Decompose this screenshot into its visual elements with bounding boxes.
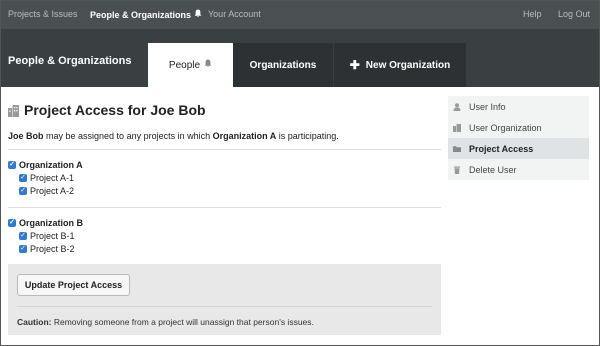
project-label: Project B-1 xyxy=(30,230,75,241)
checkbox-checked-icon[interactable]: ✓ xyxy=(19,173,27,182)
caution-text: Removing someone from a project will una… xyxy=(51,317,314,327)
sidebar-item-label: Project Access xyxy=(469,143,534,154)
org-checkbox-row[interactable]: ✓ Organization B xyxy=(8,216,83,229)
action-panel: Update Project Access Caution: Removing … xyxy=(8,264,441,335)
desc-org: Organization A xyxy=(212,131,277,141)
tab-organizations-label: Organizations xyxy=(249,59,317,71)
checkbox-checked-icon[interactable]: ✓ xyxy=(8,218,16,227)
app-window: Projects & Issues People & Organizations… xyxy=(0,0,600,346)
sidebar: User Info User Organization Project Acce… xyxy=(448,96,589,180)
caution-note: Caution: Removing someone from a project… xyxy=(17,317,314,327)
org-label: Organization A xyxy=(19,159,83,170)
org-group: ✓ Organization A ✓ Project A-1 ✓ Project… xyxy=(8,158,83,197)
tab-new-organization[interactable]: ✚ New Organization xyxy=(334,43,466,87)
building-icon xyxy=(8,104,19,117)
desc-end: is participating. xyxy=(276,131,339,141)
nav-projects-issues[interactable]: Projects & Issues xyxy=(8,9,78,19)
update-project-access-button[interactable]: Update Project Access xyxy=(17,274,130,296)
plus-icon: ✚ xyxy=(349,58,360,72)
page-title: Project Access for Joe Bob xyxy=(8,102,206,118)
sidebar-item-user-info[interactable]: User Info xyxy=(448,96,589,117)
folder-icon xyxy=(453,145,461,153)
desc-middle: may be assigned to any projects in which xyxy=(43,131,213,141)
nav-your-account[interactable]: Your Account xyxy=(208,9,261,19)
bell-icon xyxy=(194,9,202,20)
nav-log-out[interactable]: Log Out xyxy=(558,9,590,19)
section-title: People & Organizations xyxy=(8,55,132,67)
checkbox-checked-icon[interactable]: ✓ xyxy=(19,186,27,195)
checkbox-checked-icon[interactable]: ✓ xyxy=(19,244,27,253)
desc-person: Joe Bob xyxy=(8,131,44,141)
tab-new-organization-label: New Organization xyxy=(365,59,451,71)
project-checkbox-row[interactable]: ✓ Project B-2 xyxy=(8,242,83,255)
caution-label: Caution: xyxy=(17,317,52,327)
sidebar-item-user-organization[interactable]: User Organization xyxy=(448,117,589,138)
sidebar-item-label: User Organization xyxy=(469,122,542,133)
trash-icon xyxy=(453,166,461,174)
project-checkbox-row[interactable]: ✓ Project B-1 xyxy=(8,229,83,242)
tab-organizations[interactable]: Organizations xyxy=(233,43,333,87)
org-label: Organization B xyxy=(19,217,84,228)
sidebar-item-label: User Info xyxy=(469,101,506,112)
divider xyxy=(17,306,432,307)
sidebar-item-label: Delete User xyxy=(469,164,517,175)
sidebar-item-project-access[interactable]: Project Access xyxy=(448,138,589,159)
checkbox-checked-icon[interactable]: ✓ xyxy=(8,160,16,169)
project-label: Project A-1 xyxy=(30,172,75,183)
project-checkbox-row[interactable]: ✓ Project A-2 xyxy=(8,184,83,197)
page-header: People & Organizations People Organizati… xyxy=(1,29,599,87)
description: Joe Bob may be assigned to any projects … xyxy=(8,131,339,141)
building-icon xyxy=(453,123,461,132)
bell-icon xyxy=(204,59,212,71)
checkbox-checked-icon[interactable]: ✓ xyxy=(19,231,27,240)
nav-help[interactable]: Help xyxy=(523,9,542,19)
divider xyxy=(8,149,441,150)
org-group: ✓ Organization B ✓ Project B-1 ✓ Project… xyxy=(8,216,83,255)
page-title-text: Project Access for Joe Bob xyxy=(24,102,206,118)
user-icon xyxy=(453,102,461,111)
top-nav: Projects & Issues People & Organizations… xyxy=(1,1,599,29)
project-label: Project B-2 xyxy=(30,243,75,254)
org-checkbox-row[interactable]: ✓ Organization A xyxy=(8,158,83,171)
sidebar-item-delete-user[interactable]: Delete User xyxy=(448,159,589,180)
tab-people-label: People xyxy=(168,59,201,71)
divider xyxy=(8,207,441,208)
project-checkbox-row[interactable]: ✓ Project A-1 xyxy=(8,171,83,184)
project-label: Project A-2 xyxy=(30,185,75,196)
nav-people-organizations-label: People & Organizations xyxy=(90,10,192,20)
nav-people-organizations[interactable]: People & Organizations xyxy=(90,9,202,20)
tab-people[interactable]: People xyxy=(148,43,233,87)
